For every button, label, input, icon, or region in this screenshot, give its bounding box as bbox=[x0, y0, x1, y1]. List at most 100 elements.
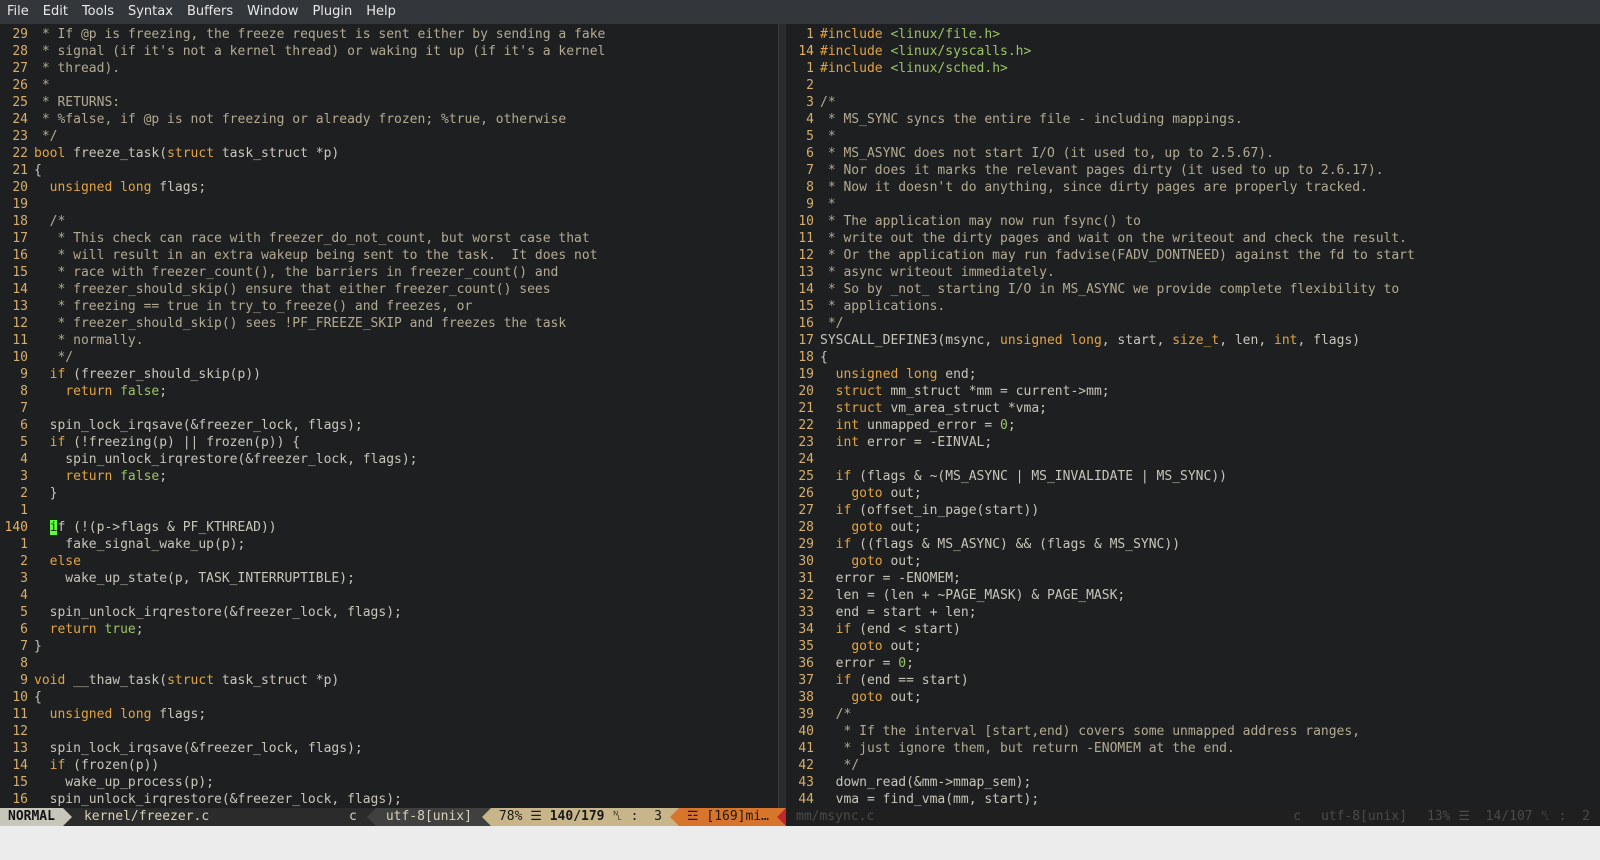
code-line[interactable]: 26 * bbox=[0, 77, 778, 94]
code-line[interactable]: 33 end = start + len; bbox=[786, 604, 1600, 621]
code-line[interactable]: 9 if (freezer_should_skip(p)) bbox=[0, 366, 778, 383]
code-line[interactable]: 28 goto out; bbox=[786, 519, 1600, 536]
code-line[interactable]: 16 * will result in an extra wakeup bein… bbox=[0, 247, 778, 264]
code-line[interactable]: 140 if (!(p->flags & PF_KTHREAD)) bbox=[0, 519, 778, 536]
code-line[interactable]: 23 int error = -EINVAL; bbox=[786, 434, 1600, 451]
code-line[interactable]: 19 unsigned long end; bbox=[786, 366, 1600, 383]
code-line[interactable]: 20 struct mm_struct *mm = current->mm; bbox=[786, 383, 1600, 400]
code-line[interactable]: 7} bbox=[0, 638, 778, 655]
code-line[interactable]: 11 unsigned long flags; bbox=[0, 706, 778, 723]
code-line[interactable]: 2 bbox=[786, 77, 1600, 94]
code-line[interactable]: 12 * Or the application may run fadvise(… bbox=[786, 247, 1600, 264]
code-line[interactable]: 23 */ bbox=[0, 128, 778, 145]
code-line[interactable]: 34 if (end < start) bbox=[786, 621, 1600, 638]
code-line[interactable]: 18 /* bbox=[0, 213, 778, 230]
code-line[interactable]: 14 if (frozen(p)) bbox=[0, 757, 778, 774]
code-line[interactable]: 21 struct vm_area_struct *vma; bbox=[786, 400, 1600, 417]
code-line[interactable]: 43 down_read(&mm->mmap_sem); bbox=[786, 774, 1600, 791]
code-line[interactable]: 38 goto out; bbox=[786, 689, 1600, 706]
code-line[interactable]: 15 * applications. bbox=[786, 298, 1600, 315]
code-line[interactable]: 4 spin_unlock_irqrestore(&freezer_lock, … bbox=[0, 451, 778, 468]
code-line[interactable]: 12 bbox=[0, 723, 778, 740]
code-line[interactable]: 29 if ((flags & MS_ASYNC) && (flags & MS… bbox=[786, 536, 1600, 553]
code-line[interactable]: 6 * MS_ASYNC does not start I/O (it used… bbox=[786, 145, 1600, 162]
code-line[interactable]: 14 * So by _not_ starting I/O in MS_ASYN… bbox=[786, 281, 1600, 298]
code-line[interactable]: 25 if (flags & ~(MS_ASYNC | MS_INVALIDAT… bbox=[786, 468, 1600, 485]
code-line[interactable]: 22 int unmapped_error = 0; bbox=[786, 417, 1600, 434]
code-line[interactable]: 26 goto out; bbox=[786, 485, 1600, 502]
code-line[interactable]: 1 fake_signal_wake_up(p); bbox=[0, 536, 778, 553]
code-line[interactable]: 6 return true; bbox=[0, 621, 778, 638]
code-line[interactable]: 28 * signal (if it's not a kernel thread… bbox=[0, 43, 778, 60]
code-line[interactable]: 29 * If @p is freezing, the freeze reque… bbox=[0, 26, 778, 43]
code-line[interactable]: 3 return false; bbox=[0, 468, 778, 485]
code-line[interactable]: 11 * normally. bbox=[0, 332, 778, 349]
code-line[interactable]: 14 #include <linux/syscalls.h> bbox=[786, 43, 1600, 60]
command-line[interactable] bbox=[0, 826, 1600, 860]
menu-edit[interactable]: Edit bbox=[36, 0, 75, 24]
code-line[interactable]: 13 * freezing == true in try_to_freeze()… bbox=[0, 298, 778, 315]
code-line[interactable]: 1 bbox=[0, 502, 778, 519]
code-line[interactable]: 36 error = 0; bbox=[786, 655, 1600, 672]
code-line[interactable]: 39 /* bbox=[786, 706, 1600, 723]
code-line[interactable]: 22 bool freeze_task(struct task_struct *p… bbox=[0, 145, 778, 162]
menu-buffers[interactable]: Buffers bbox=[180, 0, 240, 24]
menu-tools[interactable]: Tools bbox=[75, 0, 121, 24]
code-line[interactable]: 42 */ bbox=[786, 757, 1600, 774]
code-line[interactable]: 4 bbox=[0, 587, 778, 604]
code-line[interactable]: 37 if (end == start) bbox=[786, 672, 1600, 689]
vertical-split-divider[interactable] bbox=[778, 24, 786, 808]
code-line[interactable]: 8 bbox=[0, 655, 778, 672]
code-line[interactable]: 10 * The application may now run fsync()… bbox=[786, 213, 1600, 230]
code-line[interactable]: 15 wake_up_process(p); bbox=[0, 774, 778, 791]
code-line[interactable]: 25 * RETURNS: bbox=[0, 94, 778, 111]
code-line[interactable]: 27 * thread). bbox=[0, 60, 778, 77]
menu-help[interactable]: Help bbox=[359, 0, 403, 24]
code-line[interactable]: 12 * freezer_should_skip() sees !PF_FREE… bbox=[0, 315, 778, 332]
code-line[interactable]: 31 error = -ENOMEM; bbox=[786, 570, 1600, 587]
code-line[interactable]: 19 bbox=[0, 196, 778, 213]
code-line[interactable]: 24 * %false, if @p is not freezing or al… bbox=[0, 111, 778, 128]
editor-pane-left[interactable]: 29 * If @p is freezing, the freeze reque… bbox=[0, 24, 778, 808]
code-line[interactable]: 3 wake_up_state(p, TASK_INTERRUPTIBLE); bbox=[0, 570, 778, 587]
code-line[interactable]: 21 { bbox=[0, 162, 778, 179]
code-line[interactable]: 41 * just ignore them, but return -ENOME… bbox=[786, 740, 1600, 757]
code-line[interactable]: 6 spin_lock_irqsave(&freezer_lock, flags… bbox=[0, 417, 778, 434]
menu-plugin[interactable]: Plugin bbox=[305, 0, 359, 24]
code-line[interactable]: 13 spin_lock_irqsave(&freezer_lock, flag… bbox=[0, 740, 778, 757]
code-line[interactable]: 1 #include <linux/sched.h> bbox=[786, 60, 1600, 77]
code-line[interactable]: 5 spin_unlock_irqrestore(&freezer_lock, … bbox=[0, 604, 778, 621]
menu-window[interactable]: Window bbox=[240, 0, 305, 24]
code-line[interactable]: 18 { bbox=[786, 349, 1600, 366]
code-view-left[interactable]: 29 * If @p is freezing, the freeze reque… bbox=[0, 24, 778, 808]
code-line[interactable]: 13 * async writeout immediately. bbox=[786, 264, 1600, 281]
code-line[interactable]: 11 * write out the dirty pages and wait … bbox=[786, 230, 1600, 247]
code-line[interactable]: 10 { bbox=[0, 689, 778, 706]
menu-syntax[interactable]: Syntax bbox=[121, 0, 180, 24]
editor-pane-right[interactable]: 1 #include <linux/file.h> 14 #include <linu… bbox=[786, 24, 1600, 808]
code-line[interactable]: 3 /* bbox=[786, 94, 1600, 111]
code-line[interactable]: 1 #include <linux/file.h> bbox=[786, 26, 1600, 43]
code-line[interactable]: 17 SYSCALL_DEFINE3(msync, unsigned long, … bbox=[786, 332, 1600, 349]
code-line[interactable]: 16 spin_unlock_irqrestore(&freezer_lock,… bbox=[0, 791, 778, 808]
code-line[interactable]: 5 if (!freezing(p) || frozen(p)) { bbox=[0, 434, 778, 451]
code-line[interactable]: 9 * bbox=[786, 196, 1600, 213]
code-line[interactable]: 40 * If the interval [start,end) covers … bbox=[786, 723, 1600, 740]
menu-file[interactable]: File bbox=[0, 0, 36, 24]
code-line[interactable]: 30 goto out; bbox=[786, 553, 1600, 570]
code-line[interactable]: 32 len = (len + ~PAGE_MASK) & PAGE_MASK; bbox=[786, 587, 1600, 604]
code-line[interactable]: 7 * Nor does it marks the relevant pages… bbox=[786, 162, 1600, 179]
code-line[interactable]: 27 if (offset_in_page(start)) bbox=[786, 502, 1600, 519]
code-line[interactable]: 7 bbox=[0, 400, 778, 417]
code-line[interactable]: 35 goto out; bbox=[786, 638, 1600, 655]
code-line[interactable]: 15 * race with freezer_count(), the barr… bbox=[0, 264, 778, 281]
code-line[interactable]: 2 else bbox=[0, 553, 778, 570]
code-line[interactable]: 14 * freezer_should_skip() ensure that e… bbox=[0, 281, 778, 298]
code-line[interactable]: 20 unsigned long flags; bbox=[0, 179, 778, 196]
code-line[interactable]: 4 * MS_SYNC syncs the entire file - incl… bbox=[786, 111, 1600, 128]
code-line[interactable]: 2 } bbox=[0, 485, 778, 502]
code-line[interactable]: 44 vma = find_vma(mm, start); bbox=[786, 791, 1600, 808]
code-line[interactable]: 16 */ bbox=[786, 315, 1600, 332]
code-line[interactable]: 24 bbox=[786, 451, 1600, 468]
code-line[interactable]: 8 return false; bbox=[0, 383, 778, 400]
